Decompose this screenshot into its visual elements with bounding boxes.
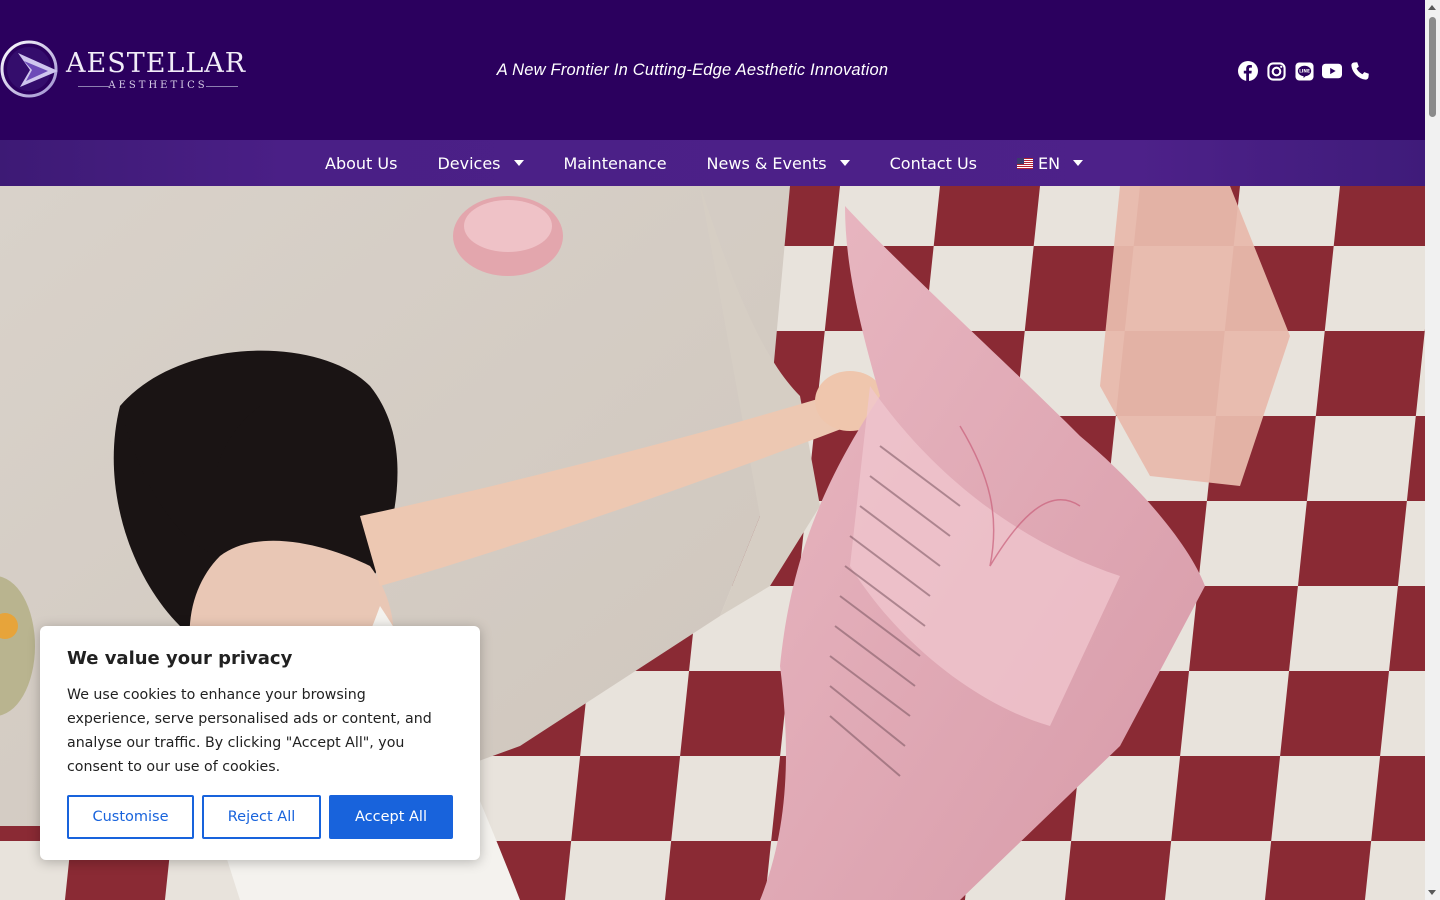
header-tagline: A New Frontier In Cutting-Edge Aesthetic…: [496, 61, 889, 79]
nav-label: Contact Us: [889, 153, 977, 173]
youtube-icon[interactable]: [1322, 61, 1342, 81]
language-switcher[interactable]: EN: [997, 140, 1103, 186]
cookie-button-group: Customise Reject All Accept All: [67, 795, 453, 839]
facebook-icon[interactable]: [1238, 61, 1258, 81]
scroll-down-arrow-icon[interactable]: [1428, 890, 1436, 895]
caret-down-icon: [1073, 160, 1084, 166]
language-label: EN: [1038, 153, 1061, 173]
cookie-description: We use cookies to enhance your browsing …: [67, 687, 432, 775]
scroll-up-arrow-icon[interactable]: [1428, 5, 1436, 10]
caret-down-icon: [839, 160, 850, 166]
nav-item-about-us[interactable]: About Us: [305, 140, 417, 186]
line-icon[interactable]: LINE: [1294, 61, 1314, 81]
nav-label: News & Events: [706, 153, 827, 173]
caret-down-icon: [513, 160, 524, 166]
nav-label: Maintenance: [563, 153, 667, 173]
site-header: AESTELLAR AESTHETICS A New Frontier In C…: [0, 0, 1425, 140]
cookie-consent-banner: We value your privacy We use cookies to …: [40, 626, 480, 860]
nav-label: Devices: [437, 153, 501, 173]
nav-label: About Us: [325, 153, 398, 173]
nav-item-news-events[interactable]: News & Events: [687, 140, 870, 186]
cookie-title: We value your privacy: [67, 648, 293, 669]
page-scrollbar[interactable]: [1425, 0, 1440, 900]
us-flag-icon: [1017, 157, 1033, 169]
nav-item-devices[interactable]: Devices: [417, 140, 543, 186]
logo-subtitle: AESTHETICS: [78, 80, 238, 91]
reject-all-button[interactable]: Reject All: [202, 795, 321, 839]
scrollbar-thumb[interactable]: [1429, 17, 1436, 117]
accept-all-button[interactable]: Accept All: [329, 795, 453, 839]
svg-text:LINE: LINE: [1299, 68, 1310, 74]
phone-icon[interactable]: [1350, 61, 1370, 81]
main-navigation: About Us Devices Maintenance News & Even…: [0, 140, 1425, 186]
nav-item-maintenance[interactable]: Maintenance: [544, 140, 687, 186]
instagram-icon[interactable]: [1266, 61, 1286, 81]
nav-item-contact-us[interactable]: Contact Us: [870, 140, 997, 186]
social-links: LINE: [1238, 61, 1370, 81]
customise-button[interactable]: Customise: [67, 795, 194, 839]
